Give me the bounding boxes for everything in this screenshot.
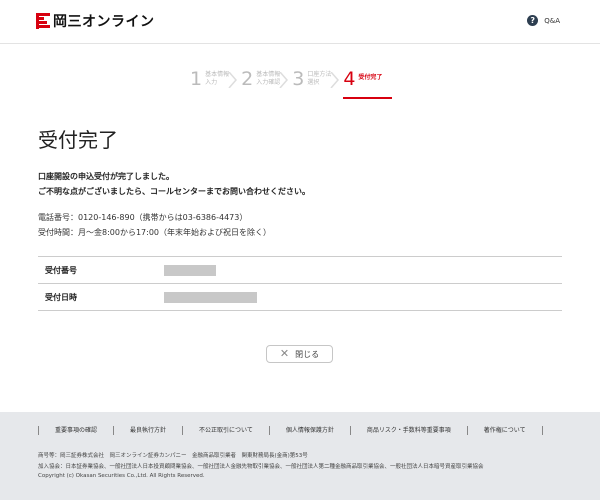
- step-number: 3: [292, 68, 305, 90]
- chevron-right-icon: [228, 72, 238, 88]
- page-title: 受付完了: [38, 128, 118, 152]
- footer-link-privacy-policy[interactable]: 個人情報保護方針: [268, 426, 350, 435]
- step-3: 3 口座方法 選択: [292, 68, 340, 98]
- association-membership: 加入協会：日本証券業協会、一般社団法人日本投資顧問業協会、一般社団法人金融先物取…: [38, 464, 484, 470]
- step-label: 基本情報 入力: [205, 71, 230, 86]
- step-number: 1: [190, 68, 203, 90]
- receipt-datetime-label: 受付日時: [45, 293, 77, 302]
- step-1: 1 基本情報 入力: [190, 68, 238, 98]
- site-footer: 重要事項の確認 最良執行方針 不公正取引について 個人情報保護方針 商品リスク・…: [0, 412, 600, 500]
- receipt-number-label: 受付番号: [45, 266, 77, 275]
- footer-link-best-execution[interactable]: 最良執行方針: [113, 426, 182, 435]
- footer-links: 重要事項の確認 最良執行方針 不公正取引について 個人情報保護方針 商品リスク・…: [38, 426, 562, 435]
- logo-mark-icon: [36, 13, 50, 29]
- chevron-right-icon: [279, 72, 289, 88]
- logo-text: 岡三オンライン: [53, 14, 155, 30]
- step-number: 2: [241, 68, 254, 90]
- footer-link-copyright[interactable]: 著作権について: [466, 426, 543, 435]
- step-number: 4: [343, 68, 356, 90]
- step-label: 受付完了: [358, 74, 383, 81]
- chevron-right-icon: [330, 72, 340, 88]
- qa-label: Q&A: [544, 16, 560, 25]
- receipt-table: 受付番号 受付日時: [38, 256, 562, 311]
- completion-message: 口座開設の申込受付が完了しました。: [38, 172, 174, 181]
- phone-number: 電話番号：0120-146-890（携帯からは03-6386-4473）: [38, 213, 248, 222]
- close-icon: ✕: [279, 347, 290, 360]
- logo[interactable]: 岡三オンライン: [36, 11, 155, 31]
- table-row: 受付日時: [38, 284, 562, 311]
- progress-steps: 1 基本情報 入力 2 基本情報 入力確認 3 口座方法 選択 4 受付完了: [190, 68, 394, 99]
- receipt-number-redacted: [164, 265, 216, 276]
- copyright-notice: Copyright (c) Okasan Securities Co.,Ltd.…: [38, 473, 205, 479]
- footer-link-important-matters[interactable]: 重要事項の確認: [38, 426, 113, 435]
- close-button[interactable]: ✕ 閉じる: [266, 345, 333, 363]
- footer-link-product-risk[interactable]: 商品リスク・手数料等重要事項: [349, 426, 467, 435]
- step-4-current: 4 受付完了: [343, 68, 393, 99]
- table-row: 受付番号: [38, 257, 562, 284]
- contact-message: ご不明な点がございましたら、コールセンターまでお問い合わせください。: [38, 187, 310, 196]
- step-label: 基本情報 入力確認: [256, 71, 281, 86]
- help-icon: ?: [527, 15, 539, 26]
- footer-link-unfair-trading[interactable]: 不公正取引について: [182, 426, 269, 435]
- qa-link[interactable]: ? Q&A: [527, 15, 560, 26]
- business-hours: 受付時間：月～金8:00から17:00（年末年始および祝日を除く）: [38, 228, 272, 237]
- company-registration: 商号等：岡三証券株式会社 岡三オンライン証券カンパニー 金融商品取引業者 関東財…: [38, 453, 308, 459]
- step-label: 口座方法 選択: [307, 71, 332, 86]
- close-button-label: 閉じる: [295, 349, 320, 359]
- site-header: 岡三オンライン ? Q&A: [0, 0, 600, 44]
- step-2: 2 基本情報 入力確認: [241, 68, 289, 98]
- receipt-datetime-redacted: [164, 292, 257, 303]
